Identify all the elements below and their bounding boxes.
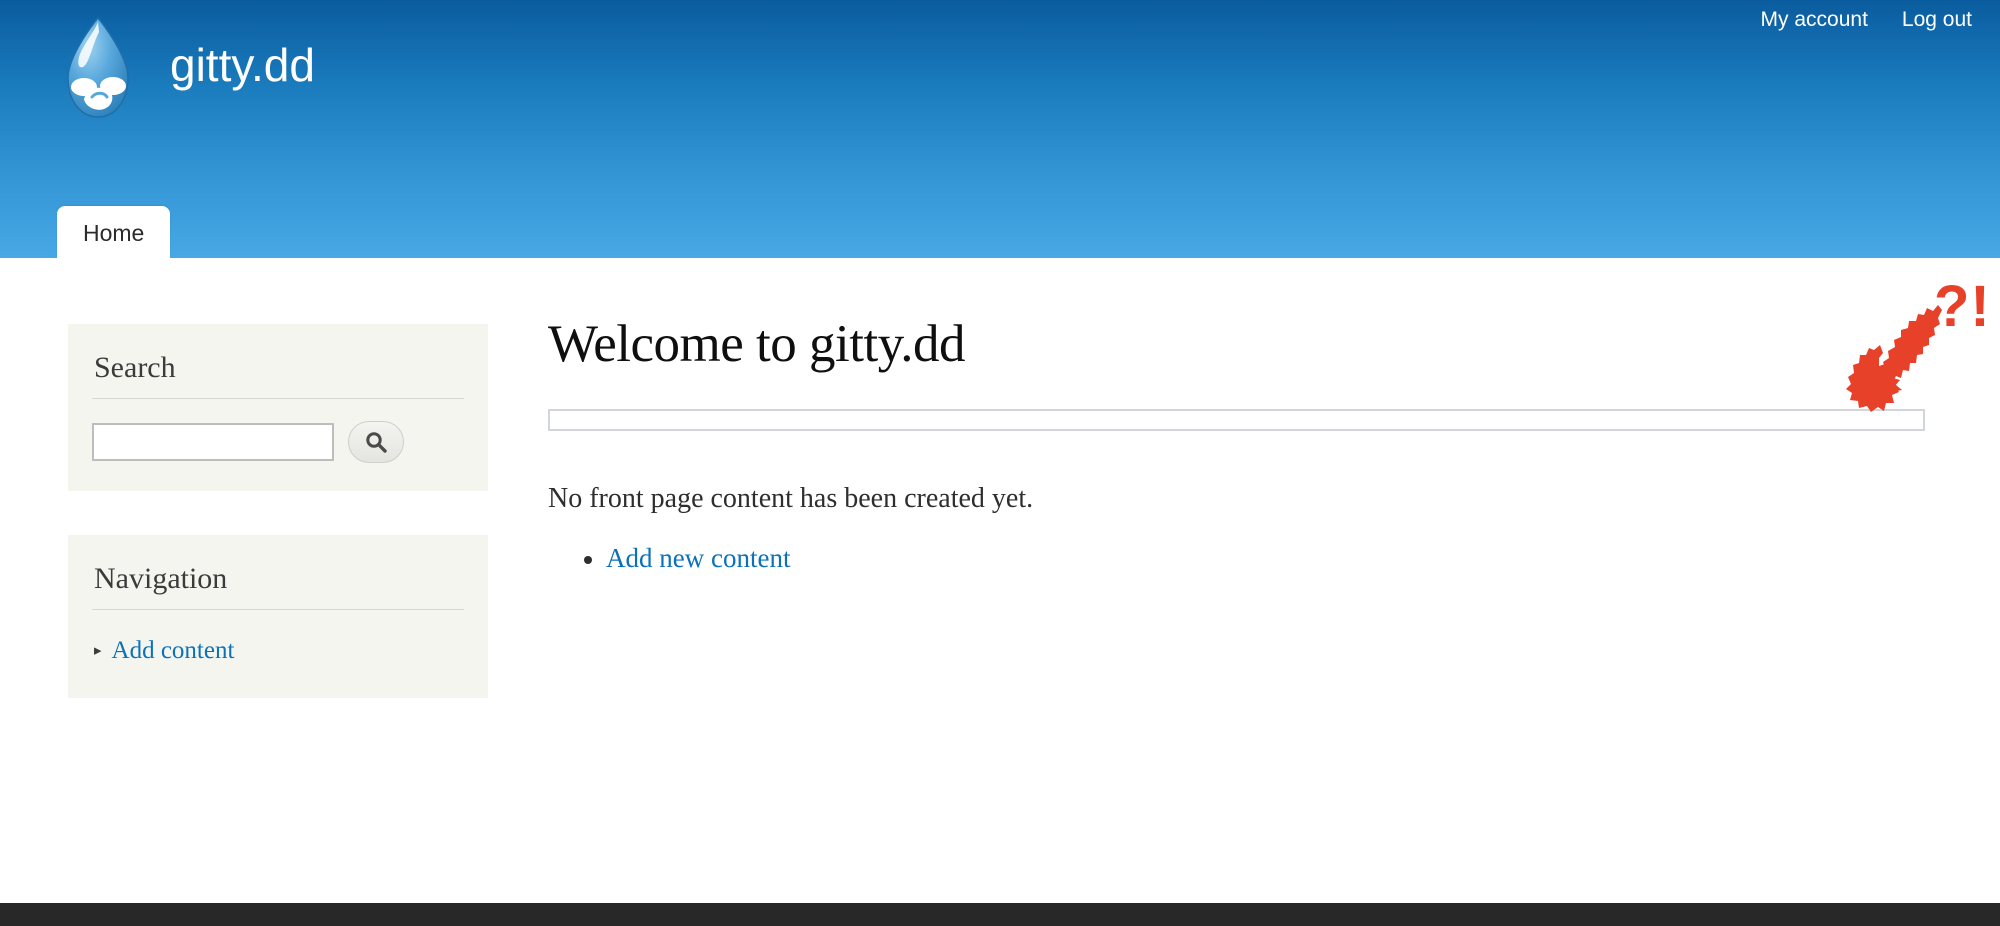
page-title: Welcome to gitty.dd [548, 315, 966, 373]
navigation-block-title: Navigation [94, 562, 228, 595]
list-item: ▸ Add content [94, 632, 464, 670]
navigation-menu: ▸ Add content [92, 632, 464, 670]
annotation-mark: ?! [1934, 274, 1991, 339]
user-account-links: My account Log out [1761, 8, 1972, 32]
sidebar-item-add-content[interactable]: Add content [112, 632, 235, 670]
empty-messages-region [548, 408, 1925, 431]
search-form [92, 421, 464, 463]
site-name[interactable]: gitty.dd [170, 42, 315, 94]
search-submit-button[interactable] [348, 421, 404, 463]
site-branding[interactable]: gitty.dd [54, 14, 315, 122]
tab-home[interactable]: Home [57, 205, 171, 258]
navigation-block: Navigation ▸ Add content [68, 535, 488, 698]
navigation-block-divider [92, 609, 464, 610]
site-header: My account Log out gitty.dd Home [0, 0, 2000, 258]
main-region: Search Navigation ▸ Add content Welcome … [0, 258, 2000, 903]
search-block-title: Search [94, 351, 176, 384]
search-input[interactable] [92, 423, 334, 461]
search-block: Search [68, 324, 488, 491]
content-region: Welcome to gitty.dd No front page conten… [548, 278, 1990, 574]
page-root: My account Log out gitty.dd Home Search … [0, 0, 2000, 926]
primary-navigation-tabs: Home [57, 205, 171, 258]
site-footer [0, 903, 2000, 926]
my-account-link[interactable]: My account [1761, 8, 1868, 32]
search-block-divider [92, 398, 464, 399]
content-action-list: Add new content [548, 543, 1928, 574]
triangle-right-icon: ▸ [94, 643, 102, 660]
drupal-droplet-logo-icon[interactable] [54, 14, 142, 122]
add-new-content-link[interactable]: Add new content [606, 543, 790, 573]
sidebar-first: Search Navigation ▸ Add content [68, 324, 488, 742]
list-item: Add new content [606, 543, 1928, 574]
log-out-link[interactable]: Log out [1902, 8, 1972, 32]
search-icon [363, 429, 389, 455]
no-content-message: No front page content has been created y… [548, 482, 1034, 514]
